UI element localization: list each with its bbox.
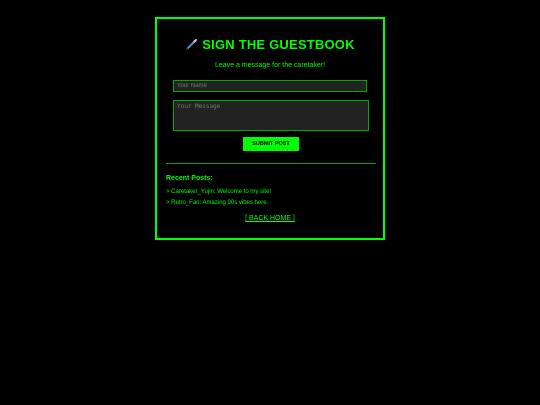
submit-post-button[interactable]: SUBMIT POST xyxy=(243,137,299,151)
list-item: > Retro_Fan: Amazing 90s vibes here. xyxy=(166,200,269,206)
guestbook-panel: SIGN THE GUESTBOOK Leave a message for t… xyxy=(155,17,385,240)
name-input[interactable] xyxy=(173,80,367,92)
guestbook-title-text: SIGN THE GUESTBOOK xyxy=(202,37,355,52)
guestbook-title: SIGN THE GUESTBOOK xyxy=(157,37,383,54)
message-input[interactable] xyxy=(173,100,369,131)
list-item: > Caretaker_Yujin: Welcome to my site! xyxy=(166,189,272,195)
guestbook-subtitle: Leave a message for the caretaker! xyxy=(214,62,326,69)
pen-icon xyxy=(185,38,198,54)
divider xyxy=(166,163,376,164)
recent-posts-heading: Recent Posts: xyxy=(166,175,213,182)
back-home-link[interactable]: [ BACK HOME ] xyxy=(157,215,383,222)
